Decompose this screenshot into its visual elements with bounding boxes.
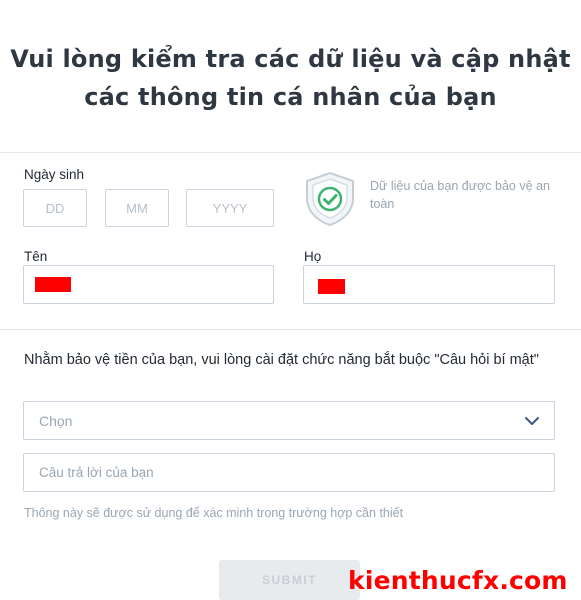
redacted-first-name	[35, 277, 71, 292]
birth-day-placeholder: DD	[45, 200, 65, 216]
chevron-down-icon	[525, 417, 539, 425]
shield-check-icon	[306, 171, 354, 227]
data-protection-note: Dữ liệu của bạn được bảo vệ an toàn	[370, 179, 550, 211]
first-name-label: Tên	[24, 249, 48, 264]
birthdate-label: Ngày sinh	[24, 167, 85, 182]
top-divider	[0, 152, 581, 153]
secret-answer-input[interactable]	[23, 453, 555, 492]
title-line-1: Vui lòng kiểm tra các dữ liệu và cập nhậ…	[10, 45, 571, 73]
birth-month-placeholder: MM	[126, 200, 148, 216]
middle-divider	[0, 329, 581, 330]
secret-question-prompt: Nhằm bảo vệ tiền của bạn, vui lòng cài đ…	[24, 352, 539, 368]
redacted-last-name	[318, 279, 345, 294]
watermark: kienthucfx.com	[348, 566, 568, 595]
secret-question-select[interactable]: Chọn	[23, 401, 555, 440]
secret-question-placeholder: Chọn	[39, 413, 73, 429]
birth-day-field[interactable]: DD	[23, 189, 87, 227]
personal-info-form: Vui lòng kiểm tra các dữ liệu và cập nhậ…	[0, 0, 581, 600]
last-name-label: Họ	[304, 249, 322, 264]
birth-year-placeholder: YYYY	[212, 200, 248, 216]
page-title: Vui lòng kiểm tra các dữ liệu và cập nhậ…	[0, 40, 581, 116]
title-line-2: các thông tin cá nhân của bạn	[84, 83, 497, 111]
birth-year-field[interactable]: YYYY	[186, 189, 274, 227]
last-name-field[interactable]	[303, 265, 555, 304]
birth-month-field[interactable]: MM	[105, 189, 169, 227]
submit-button[interactable]: SUBMIT	[219, 560, 360, 600]
first-name-field[interactable]	[23, 265, 274, 304]
verification-hint: Thông này sẽ được sử dụng để xác minh tr…	[24, 506, 404, 520]
